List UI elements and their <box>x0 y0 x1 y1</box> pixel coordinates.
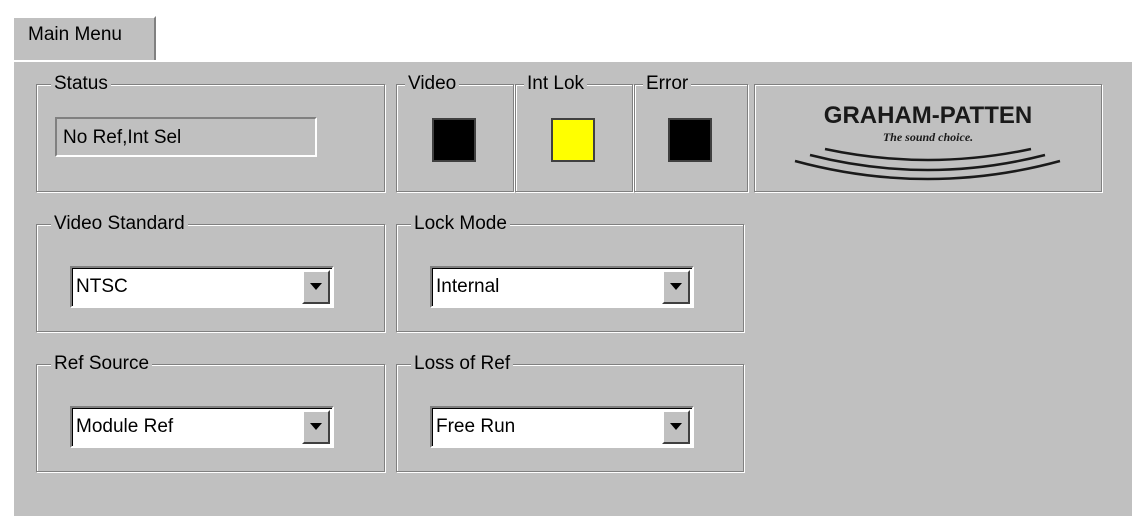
video-standard-select[interactable]: NTSC <box>70 266 334 308</box>
ref-source-value: Module Ref <box>76 416 174 437</box>
loss-of-ref-select[interactable]: Free Run <box>430 406 694 448</box>
graham-patten-logo: GRAHAM-PATTEN The sound choice. <box>754 84 1102 192</box>
video-standard-legend: Video Standard <box>51 212 188 236</box>
status-readout: No Ref,Int Sel <box>55 117 317 157</box>
error-group: Error <box>634 72 748 192</box>
ref-source-legend: Ref Source <box>51 352 153 376</box>
lock-mode-dropdown-button[interactable] <box>662 270 690 304</box>
logo-brand: GRAHAM-PATTEN <box>824 102 1032 129</box>
chevron-down-icon <box>670 423 682 430</box>
logo-tagline: The sound choice. <box>883 130 973 144</box>
video-group: Video <box>396 72 514 192</box>
status-value: No Ref,Int Sel <box>63 127 182 148</box>
video-legend: Video <box>405 72 460 96</box>
video-indicator <box>432 118 476 162</box>
video-standard-dropdown-button[interactable] <box>302 270 330 304</box>
loss-of-ref-dropdown-button[interactable] <box>662 410 690 444</box>
status-group: Status No Ref,Int Sel <box>36 72 385 192</box>
chevron-down-icon <box>670 283 682 290</box>
lock-mode-select[interactable]: Internal <box>430 266 694 308</box>
loss-of-ref-group: Loss of Ref Free Run <box>396 352 744 472</box>
int-lok-legend: Int Lok <box>524 72 588 96</box>
video-standard-group: Video Standard NTSC <box>36 212 385 332</box>
logo-arc-2 <box>809 153 1046 172</box>
chevron-down-icon <box>310 283 322 290</box>
main-menu-panel: Status No Ref,Int Sel Video Int Lok Erro… <box>12 60 1132 516</box>
error-legend: Error <box>643 72 692 96</box>
error-indicator <box>668 118 712 162</box>
ref-source-dropdown-button[interactable] <box>302 410 330 444</box>
lock-mode-value: Internal <box>436 276 500 297</box>
int-lok-group: Int Lok <box>515 72 633 192</box>
logo-graphic: GRAHAM-PATTEN The sound choice. <box>794 102 1061 181</box>
lock-mode-group: Lock Mode Internal <box>396 212 744 332</box>
status-legend: Status <box>51 72 111 96</box>
loss-of-ref-value: Free Run <box>436 416 516 437</box>
logo-arc-1 <box>824 147 1032 162</box>
tab-label: Main Menu <box>28 24 122 45</box>
ref-source-select[interactable]: Module Ref <box>70 406 334 448</box>
ref-source-group: Ref Source Module Ref <box>36 352 385 472</box>
tab-main-menu[interactable]: Main Menu <box>12 16 156 62</box>
lock-mode-legend: Lock Mode <box>411 212 510 236</box>
int-lok-indicator <box>551 118 595 162</box>
loss-of-ref-legend: Loss of Ref <box>411 352 514 376</box>
video-standard-value: NTSC <box>76 276 128 297</box>
chevron-down-icon <box>310 423 322 430</box>
